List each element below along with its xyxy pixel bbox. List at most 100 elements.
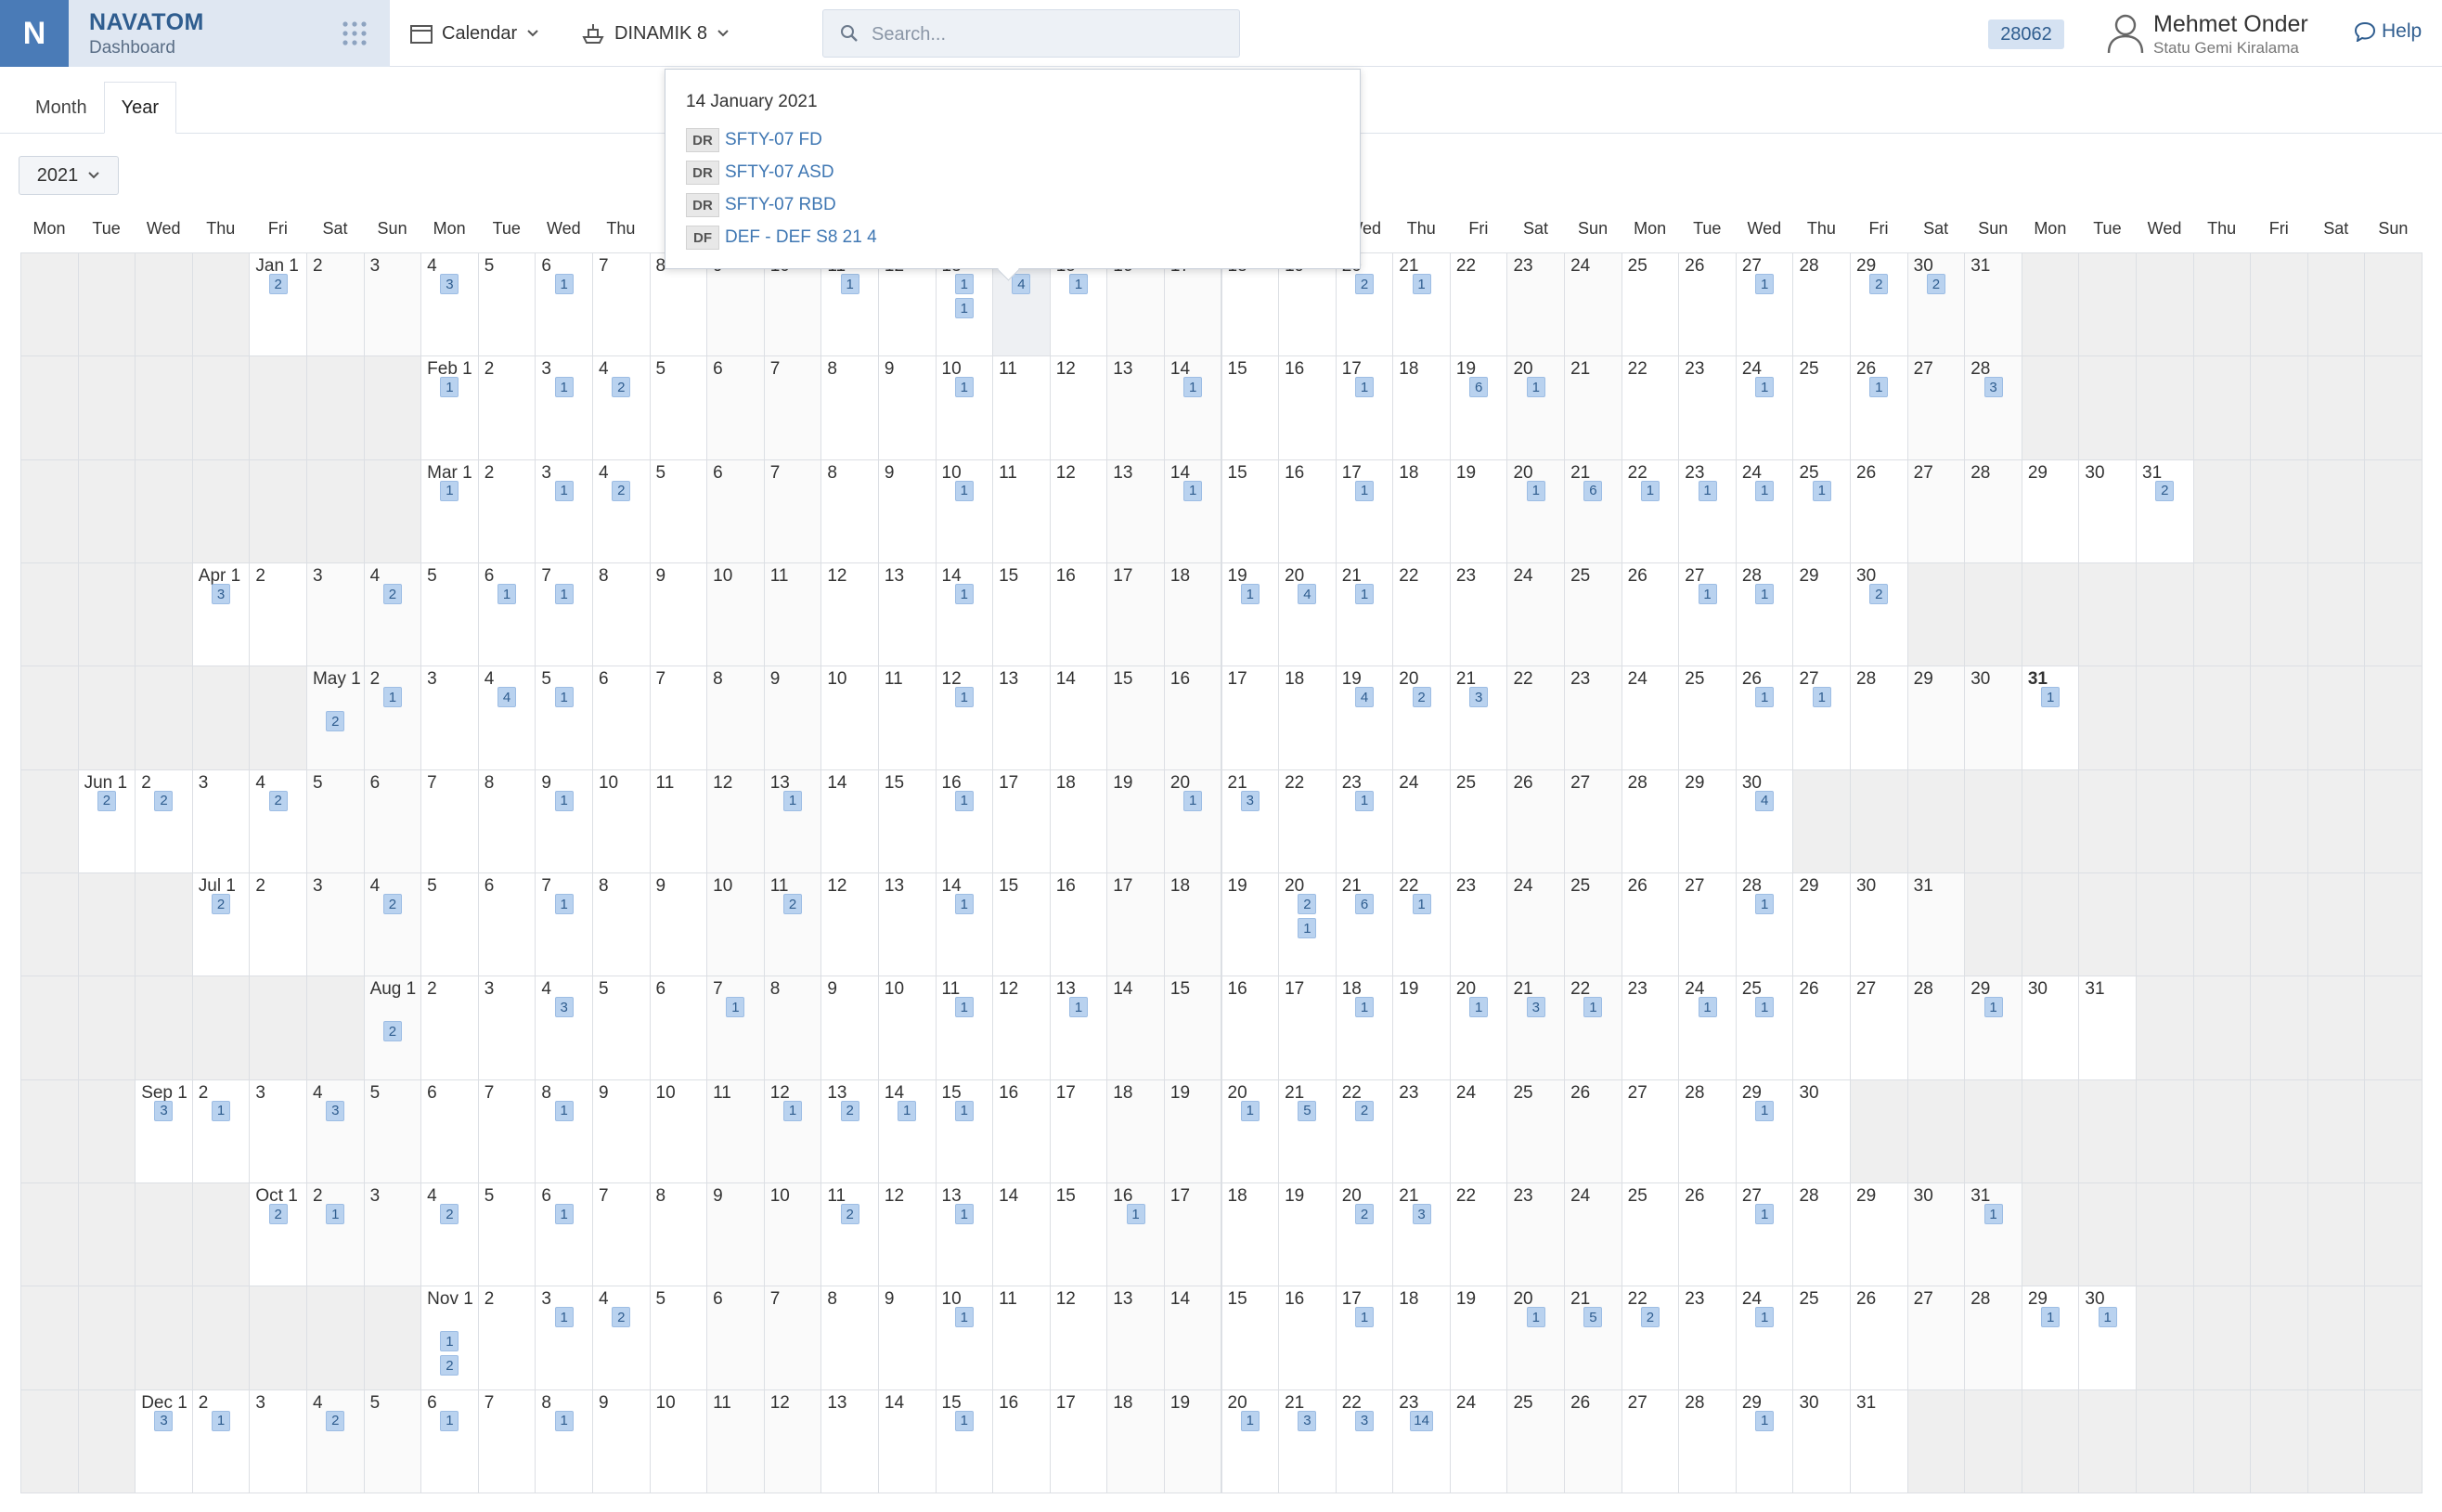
day-cell[interactable]: 31 1	[1964, 1182, 2022, 1287]
search-input[interactable]	[870, 10, 1226, 58]
day-cell[interactable]: 5	[305, 769, 365, 873]
vessel-dropdown[interactable]: DINAMIK 8	[581, 17, 730, 50]
event-count-badge[interactable]: 1	[1469, 997, 1489, 1018]
event-count-badge[interactable]: 3	[154, 1100, 174, 1121]
event-count-badge[interactable]: 2	[154, 790, 174, 811]
event-count-badge[interactable]: 1	[1354, 790, 1374, 811]
day-cell[interactable]: 17 1	[1335, 1286, 1394, 1390]
event-count-badge[interactable]: 1	[1812, 687, 1831, 708]
day-cell[interactable]: 61	[420, 1389, 479, 1493]
day-cell[interactable]: 5	[649, 459, 708, 563]
day-cell[interactable]: 17	[1049, 1079, 1108, 1183]
event-count-badge[interactable]: 4	[1012, 274, 1031, 294]
event-count-badge[interactable]: 3	[1298, 1410, 1317, 1431]
day-cell[interactable]: 30	[1906, 1182, 1966, 1287]
day-cell[interactable]: 17	[1163, 1182, 1222, 1287]
event-count-badge[interactable]: 2	[212, 894, 231, 914]
day-cell[interactable]: 24 1	[1678, 976, 1737, 1080]
event-count-badge[interactable]: 1	[1354, 997, 1374, 1018]
day-cell[interactable]: 23	[1621, 976, 1680, 1080]
day-cell[interactable]: 9	[591, 1389, 651, 1493]
event-count-badge[interactable]: 1	[1526, 377, 1545, 398]
day-cell[interactable]: 10	[706, 562, 765, 667]
day-cell[interactable]: 8	[591, 872, 651, 977]
day-cell[interactable]: 14 1	[935, 562, 994, 667]
event-count-badge[interactable]: 1	[1698, 584, 1717, 604]
event-count-badge[interactable]: 1	[440, 377, 459, 398]
day-cell[interactable]: 42	[249, 769, 307, 873]
event-count-badge[interactable]: 1	[1412, 894, 1431, 914]
day-cell[interactable]: Jun 12	[77, 769, 136, 873]
day-cell[interactable]: 27 1	[1735, 1182, 1794, 1287]
day-cell[interactable]: 27 1	[1735, 252, 1794, 357]
event-count-badge[interactable]: 2	[268, 274, 288, 294]
day-cell[interactable]: 31	[535, 1286, 593, 1390]
day-cell[interactable]: 23	[1392, 1079, 1451, 1183]
popover-item[interactable]: DR SFTY-07 FD	[686, 127, 822, 153]
day-cell[interactable]: 26	[1621, 872, 1680, 977]
day-cell[interactable]: 17	[1049, 1389, 1108, 1493]
day-cell[interactable]: Jan 12	[249, 252, 307, 357]
event-count-badge[interactable]: 1	[726, 997, 745, 1018]
event-count-badge[interactable]: 2	[97, 790, 116, 811]
event-count-badge[interactable]: 1	[1240, 1100, 1260, 1121]
day-cell[interactable]: 14 1	[1163, 355, 1222, 460]
day-cell[interactable]: 16	[1163, 666, 1222, 770]
day-cell[interactable]: 15	[992, 872, 1051, 977]
day-cell[interactable]: 5	[649, 1286, 708, 1390]
event-count-badge[interactable]: 2	[326, 1410, 345, 1431]
event-count-badge[interactable]: 1	[1412, 274, 1431, 294]
event-count-badge[interactable]: 6	[1354, 894, 1374, 914]
day-cell[interactable]: 9	[649, 872, 708, 977]
day-cell[interactable]: 61	[535, 252, 593, 357]
event-count-badge[interactable]: 1	[326, 1204, 345, 1224]
event-count-badge[interactable]: 1	[1755, 894, 1775, 914]
day-cell[interactable]: 21	[191, 1389, 251, 1493]
event-count-badge[interactable]: 1	[1183, 377, 1203, 398]
day-cell[interactable]: 20 1	[1506, 459, 1566, 563]
event-count-badge[interactable]: 4	[1298, 584, 1317, 604]
day-cell[interactable]: 5	[420, 872, 479, 977]
day-cell[interactable]: 20 2 1	[1278, 872, 1337, 977]
day-cell[interactable]: 22 1	[1392, 872, 1451, 977]
day-cell[interactable]: 26	[1678, 252, 1737, 357]
day-cell[interactable]: 43	[535, 976, 593, 1080]
day-cell[interactable]: 18	[1221, 1182, 1280, 1287]
day-cell[interactable]: 12	[1049, 459, 1108, 563]
day-cell[interactable]: 24 1	[1735, 459, 1794, 563]
day-cell[interactable]: 21	[1564, 355, 1622, 460]
day-cell[interactable]: 29 1	[1964, 976, 2022, 1080]
day-cell[interactable]: 21 1	[1335, 562, 1394, 667]
day-cell[interactable]: 18	[1392, 459, 1451, 563]
day-cell[interactable]: 20 1	[1449, 976, 1508, 1080]
day-cell[interactable]: 12	[820, 872, 879, 977]
day-cell[interactable]: 24	[1506, 562, 1566, 667]
day-cell[interactable]: 21 3	[1278, 1389, 1337, 1493]
tab-month[interactable]: Month	[19, 82, 104, 134]
event-count-badge[interactable]: 2	[1354, 1204, 1374, 1224]
day-cell[interactable]: 26	[1564, 1389, 1622, 1493]
event-count-badge[interactable]: 1	[1354, 1307, 1374, 1328]
event-count-badge[interactable]: 1	[554, 1204, 574, 1224]
event-count-badge[interactable]: 2	[1640, 1307, 1660, 1328]
day-cell[interactable]: 13	[992, 666, 1051, 770]
day-cell[interactable]: Nov 112	[420, 1286, 479, 1390]
day-cell[interactable]: 14	[1106, 976, 1165, 1080]
day-cell[interactable]: 12	[820, 562, 879, 667]
day-cell[interactable]: 22 1	[1621, 459, 1680, 563]
event-count-badge[interactable]: 1	[1983, 997, 2003, 1018]
event-count-badge[interactable]: 1	[554, 1307, 574, 1328]
day-cell[interactable]: 6	[420, 1079, 479, 1183]
day-cell[interactable]: 7	[477, 1389, 536, 1493]
day-cell[interactable]: 29	[1906, 666, 1966, 770]
day-cell[interactable]: 12	[992, 976, 1051, 1080]
day-cell[interactable]: 6	[363, 769, 422, 873]
day-cell[interactable]: 8	[820, 355, 879, 460]
day-cell[interactable]: 11 2	[820, 1182, 879, 1287]
day-cell[interactable]: 3	[363, 252, 422, 357]
day-cell[interactable]: 25	[1621, 252, 1680, 357]
day-cell[interactable]: 25	[1506, 1079, 1566, 1183]
event-count-badge[interactable]: 3	[1412, 1204, 1431, 1224]
event-count-badge[interactable]: 3	[1526, 997, 1545, 1018]
day-cell[interactable]: 9	[763, 666, 822, 770]
